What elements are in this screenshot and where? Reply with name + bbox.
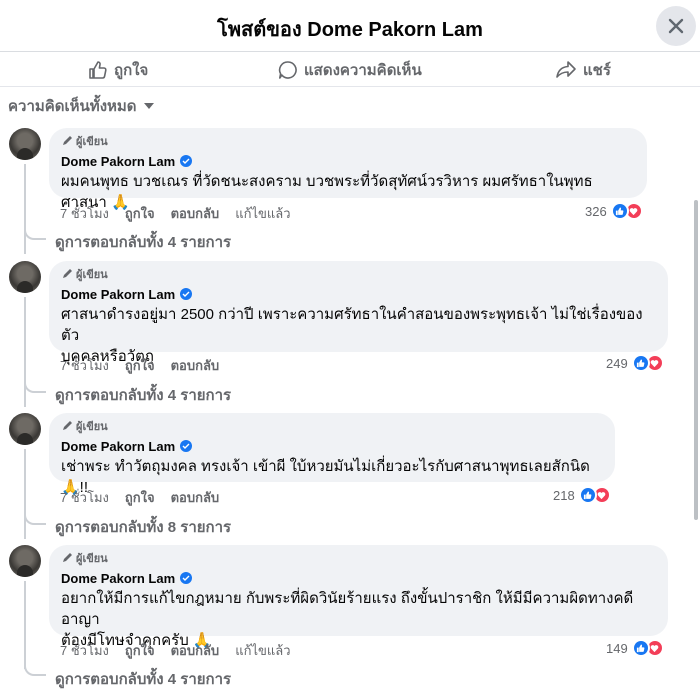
caret-down-icon [143, 103, 154, 109]
like-label: ถูกใจ [114, 62, 149, 79]
timestamp[interactable]: 7 ชั่วโมง [60, 487, 109, 505]
thread-connector [24, 381, 46, 393]
like-comment-button[interactable]: ถูกใจ [125, 640, 155, 658]
author-name[interactable]: Dome Pakorn Lam [61, 286, 656, 302]
comment-button[interactable]: แสดงความคิดเห็น [278, 57, 422, 83]
reply-button[interactable]: ตอบกลับ [171, 203, 220, 221]
timestamp[interactable]: 7 ชั่วโมง [60, 203, 109, 221]
reaction-count: 326 [585, 203, 607, 219]
like-button[interactable]: ถูกใจ [88, 57, 148, 83]
like-reaction-icon [578, 486, 597, 504]
pen-icon [63, 269, 72, 278]
like-reaction-icon [610, 202, 629, 220]
view-replies-link[interactable]: ดูการตอบกลับทั้ง 4 รายการ [55, 667, 231, 688]
reaction-count: 149 [606, 640, 628, 656]
view-replies-link[interactable]: ดูการตอบกลับทั้ง 4 รายการ [55, 230, 231, 251]
reply-button[interactable]: ตอบกลับ [171, 355, 220, 373]
edited-label[interactable]: แก้ไขแล้ว [235, 640, 290, 658]
thread-connector [24, 513, 46, 525]
thread-connector [24, 664, 46, 676]
author-name[interactable]: Dome Pakorn Lam [61, 153, 635, 169]
edited-label[interactable]: แก้ไขแล้ว [235, 203, 290, 221]
comment-label: แสดงความคิดเห็น [304, 62, 422, 79]
avatar[interactable] [9, 128, 41, 160]
reaction-summary[interactable]: 249 [606, 353, 664, 373]
avatar[interactable] [9, 261, 41, 293]
reply-button[interactable]: ตอบกลับ [171, 487, 220, 505]
author-badge: ผู้เขียน [61, 551, 656, 565]
like-reaction-icon [631, 639, 650, 657]
verified-badge-icon [180, 440, 193, 452]
close-icon [668, 18, 684, 34]
like-comment-button[interactable]: ถูกใจ [125, 203, 155, 221]
view-replies-link[interactable]: ดูการตอบกลับทั้ง 8 รายการ [55, 515, 231, 536]
share-label: แชร์ [583, 62, 611, 79]
thumbs-up-icon [89, 61, 107, 79]
verified-badge-icon [180, 572, 193, 584]
comment-meta: 7 ชั่วโมง ถูกใจ ตอบกลับ [60, 487, 220, 505]
author-badge: ผู้เขียน [61, 267, 656, 281]
author-badge: ผู้เขียน [61, 419, 603, 433]
like-reaction-icon [631, 354, 650, 372]
comment-bubble: ผู้เขียน Dome Pakorn Lam ศาสนาดำรงอยู่มา… [49, 261, 668, 365]
scrollbar[interactable] [694, 200, 698, 520]
thread-line [24, 581, 26, 669]
pen-icon [63, 421, 72, 430]
comment-bubble: ผู้เขียน Dome Pakorn Lam อยากให้มีการแก้… [49, 545, 668, 649]
reaction-count: 249 [606, 355, 628, 371]
thread-line [24, 164, 26, 254]
thread-connector [24, 228, 46, 240]
like-comment-button[interactable]: ถูกใจ [125, 355, 155, 373]
like-comment-button[interactable]: ถูกใจ [125, 487, 155, 505]
post-action-bar: ถูกใจ แสดงความคิดเห็น แชร์ [0, 53, 700, 87]
pen-icon [63, 553, 72, 562]
author-name[interactable]: Dome Pakorn Lam [61, 570, 656, 586]
thread-line [24, 297, 26, 407]
dialog-header: โพสต์ของ Dome Pakorn Lam [0, 0, 700, 52]
author-badge: ผู้เขียน [61, 134, 635, 148]
pen-icon [63, 136, 72, 145]
dialog-title: โพสต์ของ Dome Pakorn Lam [217, 19, 483, 41]
reply-button[interactable]: ตอบกลับ [171, 640, 220, 658]
reaction-summary[interactable]: 218 [553, 485, 611, 505]
reaction-count: 218 [553, 487, 575, 503]
comment-meta: 7 ชั่วโมง ถูกใจ ตอบกลับ [60, 355, 220, 373]
avatar[interactable] [9, 545, 41, 577]
comment-meta: 7 ชั่วโมง ถูกใจ ตอบกลับ แก้ไขแล้ว [60, 203, 291, 221]
author-name[interactable]: Dome Pakorn Lam [61, 438, 603, 454]
verified-badge-icon [180, 155, 193, 167]
comment-bubble: ผู้เขียน Dome Pakorn Lam เช่าพระ ทำวัตถุ… [49, 413, 615, 496]
view-replies-link[interactable]: ดูการตอบกลับทั้ง 4 รายการ [55, 383, 231, 404]
close-button[interactable] [656, 6, 696, 46]
timestamp[interactable]: 7 ชั่วโมง [60, 640, 109, 658]
comment-icon [278, 61, 297, 79]
comment-bubble: ผู้เขียน Dome Pakorn Lam ผมคนพุทธ บวชเณร… [49, 128, 647, 211]
share-icon [556, 61, 576, 78]
comment-meta: 7 ชั่วโมง ถูกใจ ตอบกลับ แก้ไขแล้ว [60, 640, 291, 658]
share-button[interactable]: แชร์ [555, 57, 611, 83]
thread-line [24, 449, 26, 539]
reaction-summary[interactable]: 326 [585, 201, 643, 221]
verified-badge-icon [180, 288, 193, 300]
avatar[interactable] [9, 413, 41, 445]
reaction-summary[interactable]: 149 [606, 638, 664, 658]
timestamp[interactable]: 7 ชั่วโมง [60, 355, 109, 373]
comment-sort-dropdown[interactable]: ความคิดเห็นทั้งหมด [8, 94, 155, 118]
sort-label: ความคิดเห็นทั้งหมด [8, 98, 137, 115]
